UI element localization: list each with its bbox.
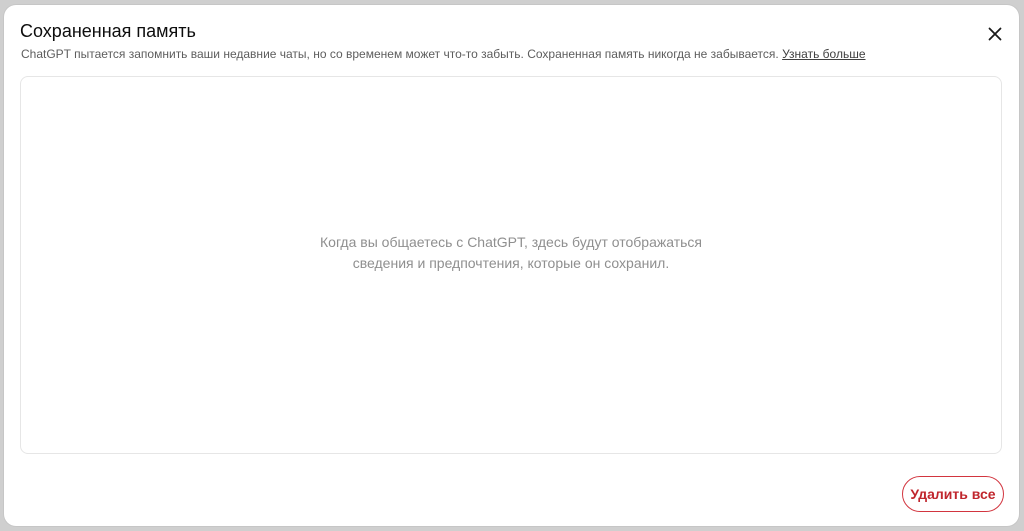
close-button[interactable] bbox=[984, 23, 1006, 45]
close-icon bbox=[988, 27, 1002, 41]
empty-state-line-1: Когда вы общаетесь с ChatGPT, здесь буду… bbox=[320, 234, 702, 250]
memory-list-panel: Когда вы общаетесь с ChatGPT, здесь буду… bbox=[20, 76, 1002, 454]
empty-state-message: Когда вы общаетесь с ChatGPT, здесь буду… bbox=[21, 232, 1001, 274]
description-text: ChatGPT пытается запомнить ваши недавние… bbox=[21, 47, 779, 61]
empty-state-line-2: сведения и предпочтения, которые он сохр… bbox=[352, 255, 670, 271]
learn-more-link[interactable]: Узнать больше bbox=[782, 47, 865, 61]
saved-memory-dialog: Сохраненная память ChatGPT пытается запо… bbox=[4, 5, 1019, 526]
dialog-description: ChatGPT пытается запомнить ваши недавние… bbox=[21, 46, 866, 62]
delete-all-button[interactable]: Удалить все bbox=[902, 476, 1004, 512]
dialog-title: Сохраненная память bbox=[20, 21, 196, 41]
